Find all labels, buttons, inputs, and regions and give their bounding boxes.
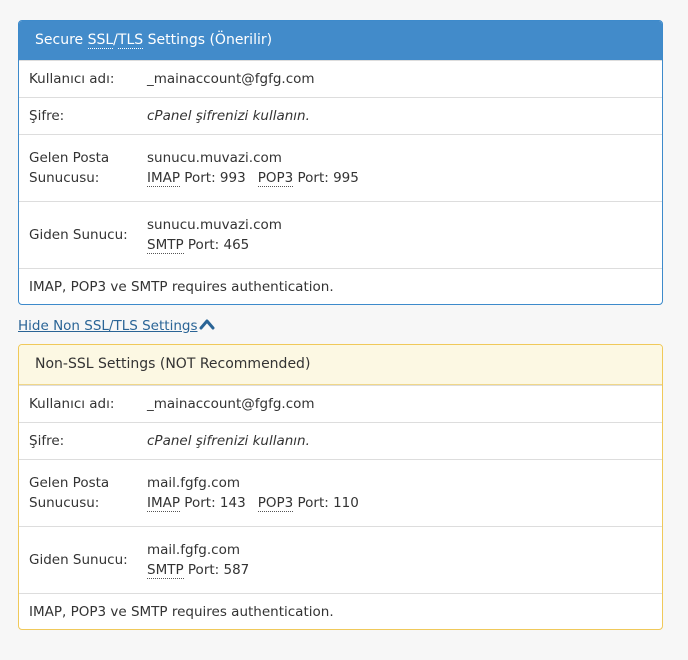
imap-abbr: IMAP: [147, 170, 181, 187]
incoming-server-row: Gelen Posta Sunucusu: mail.fgfg.com IMAP …: [19, 459, 662, 526]
outgoing-ports: SMTP Port: 465: [147, 235, 662, 255]
outgoing-host: mail.fgfg.com: [147, 542, 240, 558]
hide-non-ssl-link[interactable]: Hide Non SSL/TLS Settings: [18, 318, 197, 334]
imap-port: Port: 143: [180, 495, 246, 511]
smtp-abbr: SMTP: [147, 562, 184, 579]
auth-note: IMAP, POP3 ve SMTP requires authenticati…: [19, 268, 662, 304]
smtp-port: Port: 465: [183, 237, 250, 253]
username-row: Kullanıcı adı: _mainaccount@fgfg.com: [19, 385, 662, 422]
incoming-label-line1: Gelen Posta: [29, 150, 110, 166]
pop3-abbr: POP3: [257, 170, 294, 187]
smtp-port: Port: 587: [183, 562, 250, 578]
heading-prefix: Secure: [35, 32, 88, 48]
outgoing-server-label: Giden Sunucu:: [29, 552, 128, 568]
imap-abbr: IMAP: [147, 495, 181, 512]
password-value: cPanel şifrenizi kullanın.: [147, 433, 310, 449]
outgoing-host: sunucu.muvazi.com: [147, 217, 282, 233]
incoming-ports: IMAP Port: 993 POP3 Port: 995: [147, 168, 662, 188]
incoming-server-row: Gelen Posta Sunucusu: sunucu.muvazi.com I…: [19, 134, 662, 201]
non-ssl-panel: Non-SSL Settings (NOT Recommended) Kulla…: [18, 344, 663, 630]
auth-note: IMAP, POP3 ve SMTP requires authenticati…: [19, 593, 662, 629]
outgoing-server-value: sunucu.muvazi.com SMTP Port: 465: [147, 215, 662, 255]
heading-suffix: Settings (Önerilir): [143, 32, 273, 48]
ssl-abbr: SSL: [87, 32, 114, 49]
incoming-ports: IMAP Port: 143 POP3 Port: 110: [147, 493, 662, 513]
username-label: Kullanıcı adı:: [29, 396, 115, 412]
smtp-abbr: SMTP: [147, 237, 184, 254]
incoming-host: mail.fgfg.com: [147, 475, 240, 491]
incoming-label-line2: Sunucusu:: [29, 170, 100, 186]
tls-abbr: TLS: [117, 32, 144, 49]
non-ssl-heading: Non-SSL Settings (NOT Recommended): [19, 345, 662, 385]
incoming-label-line2: Sunucusu:: [29, 495, 100, 511]
hide-non-ssl-label: Hide Non SSL/TLS Settings: [18, 318, 198, 334]
username-value: _mainaccount@fgfg.com: [147, 396, 315, 412]
outgoing-ports: SMTP Port: 587: [147, 560, 662, 580]
incoming-server-label: Gelen Posta Sunucusu:: [19, 473, 147, 513]
incoming-server-value: mail.fgfg.com IMAP Port: 143 POP3 Port: 1…: [147, 473, 662, 513]
incoming-label-line1: Gelen Posta: [29, 475, 110, 491]
outgoing-server-row: Giden Sunucu: mail.fgfg.com SMTP Port: 5…: [19, 526, 662, 593]
chevron-up-icon[interactable]: [199, 316, 215, 336]
password-value: cPanel şifrenizi kullanın.: [147, 108, 310, 124]
password-label: Şifre:: [29, 433, 65, 449]
imap-port: Port: 993: [180, 170, 246, 186]
outgoing-server-row: Giden Sunucu: sunucu.muvazi.com SMTP Por…: [19, 201, 662, 268]
username-value: _mainaccount@fgfg.com: [147, 71, 315, 87]
outgoing-server-value: mail.fgfg.com SMTP Port: 587: [147, 540, 662, 580]
pop3-port: Port: 110: [293, 495, 359, 511]
pop3-abbr: POP3: [257, 495, 294, 512]
outgoing-server-label: Giden Sunucu:: [29, 227, 128, 243]
username-label: Kullanıcı adı:: [29, 71, 115, 87]
incoming-server-label: Gelen Posta Sunucusu:: [19, 148, 147, 188]
incoming-host: sunucu.muvazi.com: [147, 150, 282, 166]
password-label: Şifre:: [29, 108, 65, 124]
incoming-server-value: sunucu.muvazi.com IMAP Port: 993 POP3 Por…: [147, 148, 662, 188]
secure-ssl-panel: Secure SSL/TLS Settings (Önerilir) Kulla…: [18, 20, 663, 305]
username-row: Kullanıcı adı: _mainaccount@fgfg.com: [19, 60, 662, 97]
pop3-port: Port: 995: [293, 170, 359, 186]
toggle-non-ssl: Hide Non SSL/TLS Settings: [18, 316, 663, 336]
secure-ssl-heading: Secure SSL/TLS Settings (Önerilir): [19, 21, 662, 60]
password-row: Şifre: cPanel şifrenizi kullanın.: [19, 422, 662, 459]
mail-client-settings: Secure SSL/TLS Settings (Önerilir) Kulla…: [18, 20, 663, 630]
password-row: Şifre: cPanel şifrenizi kullanın.: [19, 97, 662, 134]
